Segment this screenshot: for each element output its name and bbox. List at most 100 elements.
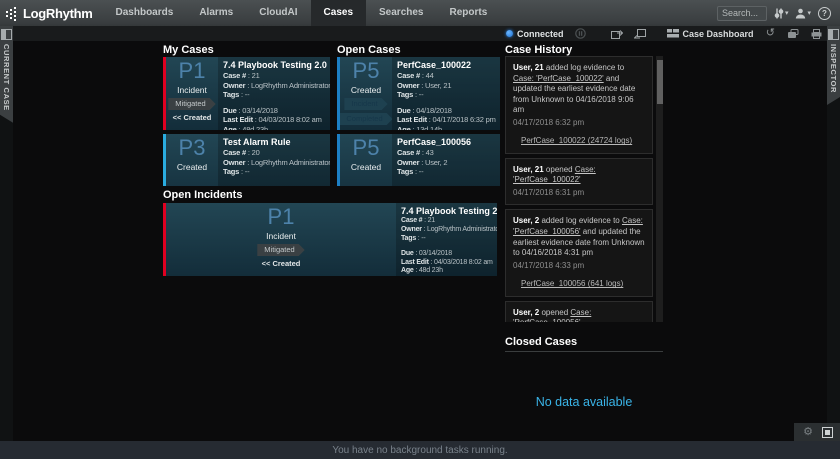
history-entry[interactable]: User, 2 added log evidence to Case: 'Per… (505, 209, 653, 296)
tab-searches[interactable]: Searches (366, 0, 436, 26)
bottom-mini-toolbar: ⚙ (794, 423, 840, 441)
case-field-tags: Tags : -- (223, 167, 325, 177)
popout-window-icon (611, 29, 623, 39)
nav-tabs: DashboardsAlarmsCloudAICasesSearchesRepo… (103, 0, 501, 26)
sliders-icon (774, 8, 784, 19)
top-navbar: LogRhythm DashboardsAlarmsCloudAICasesSe… (0, 0, 840, 26)
ghost-status-badge: Completed (340, 113, 392, 125)
field-label: Case # (397, 71, 420, 80)
field-value: : 04/17/2018 6:32 pm (427, 115, 496, 124)
current-case-tab[interactable]: CURRENT CASE (0, 26, 13, 123)
history-action-text: opened (544, 165, 575, 174)
field-label: Due (401, 250, 414, 257)
dock-window-icon (634, 29, 646, 39)
stop-panel-icon[interactable] (822, 427, 833, 438)
case-field-last_edit: Last Edit : 04/17/2018 6:32 pm (397, 115, 495, 125)
field-label: Tags (223, 167, 239, 176)
history-action-text: added log evidence to (544, 63, 625, 72)
field-label: Last Edit (397, 115, 427, 124)
case-field-tags: Tags : -- (401, 235, 492, 244)
case-field-age: Age : 13d 14h (397, 125, 495, 130)
case-title: 7.4 Playbook Testing 2.0 (223, 60, 325, 70)
case-status: Incident (177, 85, 207, 95)
field-label: Owner (397, 81, 419, 90)
field-value: : 03/14/2018 (414, 250, 452, 257)
case-history-scrollbar[interactable] (656, 56, 663, 322)
case-card[interactable]: P3 Created Test Alarm RuleCase # : 20Owner… (163, 134, 330, 186)
inspector-tab-label: INSPECTOR (829, 44, 838, 93)
field-label: Tags (401, 235, 416, 242)
filter-settings-button[interactable]: ▾ (774, 8, 789, 19)
field-value: : 20 (246, 148, 260, 157)
field-value: : 21 (422, 217, 435, 224)
field-label: Owner (397, 158, 419, 167)
history-text: User, 21 added log evidence to Case: 'Pe… (513, 63, 645, 116)
field-label: Last Edit (401, 259, 429, 266)
case-card-summary: P1IncidentMitigated<< Created (166, 203, 396, 276)
case-card-details: Test Alarm RuleCase # : 20Owner : LogRhy… (218, 134, 330, 186)
history-entry[interactable]: User, 21 opened Case: 'PerfCase_100022'0… (505, 158, 653, 206)
log-link[interactable]: PerfCase_100022 (24724 logs) (521, 136, 632, 145)
current-case-tab-label: CURRENT CASE (2, 44, 11, 111)
tab-cases[interactable]: Cases (311, 0, 366, 26)
logrhythm-logo-icon (6, 6, 19, 21)
pause-updates-button[interactable] (575, 28, 586, 39)
case-field-due: Due : 03/14/2018 (401, 250, 492, 259)
tab-dashboards[interactable]: Dashboards (103, 0, 187, 26)
background-tasks-icon (787, 29, 799, 39)
tab-alarms[interactable]: Alarms (186, 0, 246, 26)
case-field-owner: Owner : LogRhythm Administrator (401, 226, 492, 235)
history-text: User, 2 added log evidence to Case: 'Per… (513, 216, 645, 258)
tab-reports[interactable]: Reports (437, 0, 501, 26)
print-button[interactable] (811, 29, 822, 39)
history-entry[interactable]: User, 2 opened Case: 'PerfCase_100056'04… (505, 301, 653, 322)
case-dashboard-button[interactable]: Case Dashboard (667, 29, 754, 39)
user-menu-button[interactable]: ▾ (795, 8, 811, 19)
search-input[interactable] (717, 6, 767, 21)
field-value: : 48d 23h (237, 125, 268, 130)
print-icon (811, 29, 822, 39)
case-dashboard-label: Case Dashboard (683, 29, 754, 39)
help-icon[interactable]: ? (818, 7, 831, 20)
field-value: : 48d 23h (414, 267, 443, 274)
field-label: Due (223, 106, 237, 115)
pause-circle-icon (575, 28, 586, 39)
case-card[interactable]: P5CreatedIncidentCompletedPerfCase_10002… (337, 57, 500, 130)
field-label: Age (401, 267, 414, 274)
history-action-text: opened (539, 308, 570, 317)
closed-cases-empty-state: No data available (505, 395, 663, 409)
case-field-age: Age : 48d 23h (223, 125, 325, 130)
priority-label: P1 (268, 206, 295, 228)
background-tasks-button[interactable] (787, 29, 799, 39)
case-field-due: Due : 04/18/2018 (397, 106, 495, 116)
case-card[interactable]: P1IncidentMitigated<< Created7.4 Playboo… (163, 203, 497, 276)
user-icon (795, 8, 806, 19)
gear-icon[interactable]: ⚙ (803, 427, 813, 438)
history-entry[interactable]: User, 21 added log evidence to Case: 'Pe… (505, 56, 653, 154)
case-card[interactable]: P5CreatedPerfCase_100056Case # : 43Owner… (337, 134, 500, 186)
priority-label: P5 (353, 137, 380, 159)
ghost-status-badge: Incident (344, 98, 387, 110)
tab-cloudai[interactable]: CloudAI (246, 0, 310, 26)
history-action-text: added log evidence to (539, 216, 622, 225)
scrollbar-thumb[interactable] (657, 60, 663, 104)
case-toolbar: Connected (0, 26, 840, 41)
case-history-list: User, 21 added log evidence to Case: 'Pe… (505, 56, 663, 322)
popout-window-button[interactable] (611, 29, 623, 39)
inspector-tab[interactable]: INSPECTOR (827, 26, 840, 105)
refresh-button[interactable]: ↺ (766, 28, 775, 39)
case-status: Created (177, 162, 207, 172)
dock-window-button[interactable] (634, 29, 646, 39)
case-card[interactable]: P1IncidentMitigated<< Created7.4 Playboo… (163, 57, 330, 130)
case-link[interactable]: Case: 'PerfCase_100022' (513, 74, 604, 83)
log-link[interactable]: PerfCase_100056 (641 logs) (521, 279, 623, 288)
history-user: User, 21 (513, 63, 544, 72)
field-label: Last Edit (223, 115, 253, 124)
field-label: Tags (223, 90, 239, 99)
case-title: PerfCase_100056 (397, 137, 495, 147)
history-timestamp: 04/17/2018 6:32 pm (513, 118, 645, 129)
case-field-case_no: Case # : 44 (397, 71, 495, 81)
field-label: Due (397, 106, 411, 115)
priority-label: P3 (179, 137, 206, 159)
collapse-panel-icon (828, 29, 839, 40)
